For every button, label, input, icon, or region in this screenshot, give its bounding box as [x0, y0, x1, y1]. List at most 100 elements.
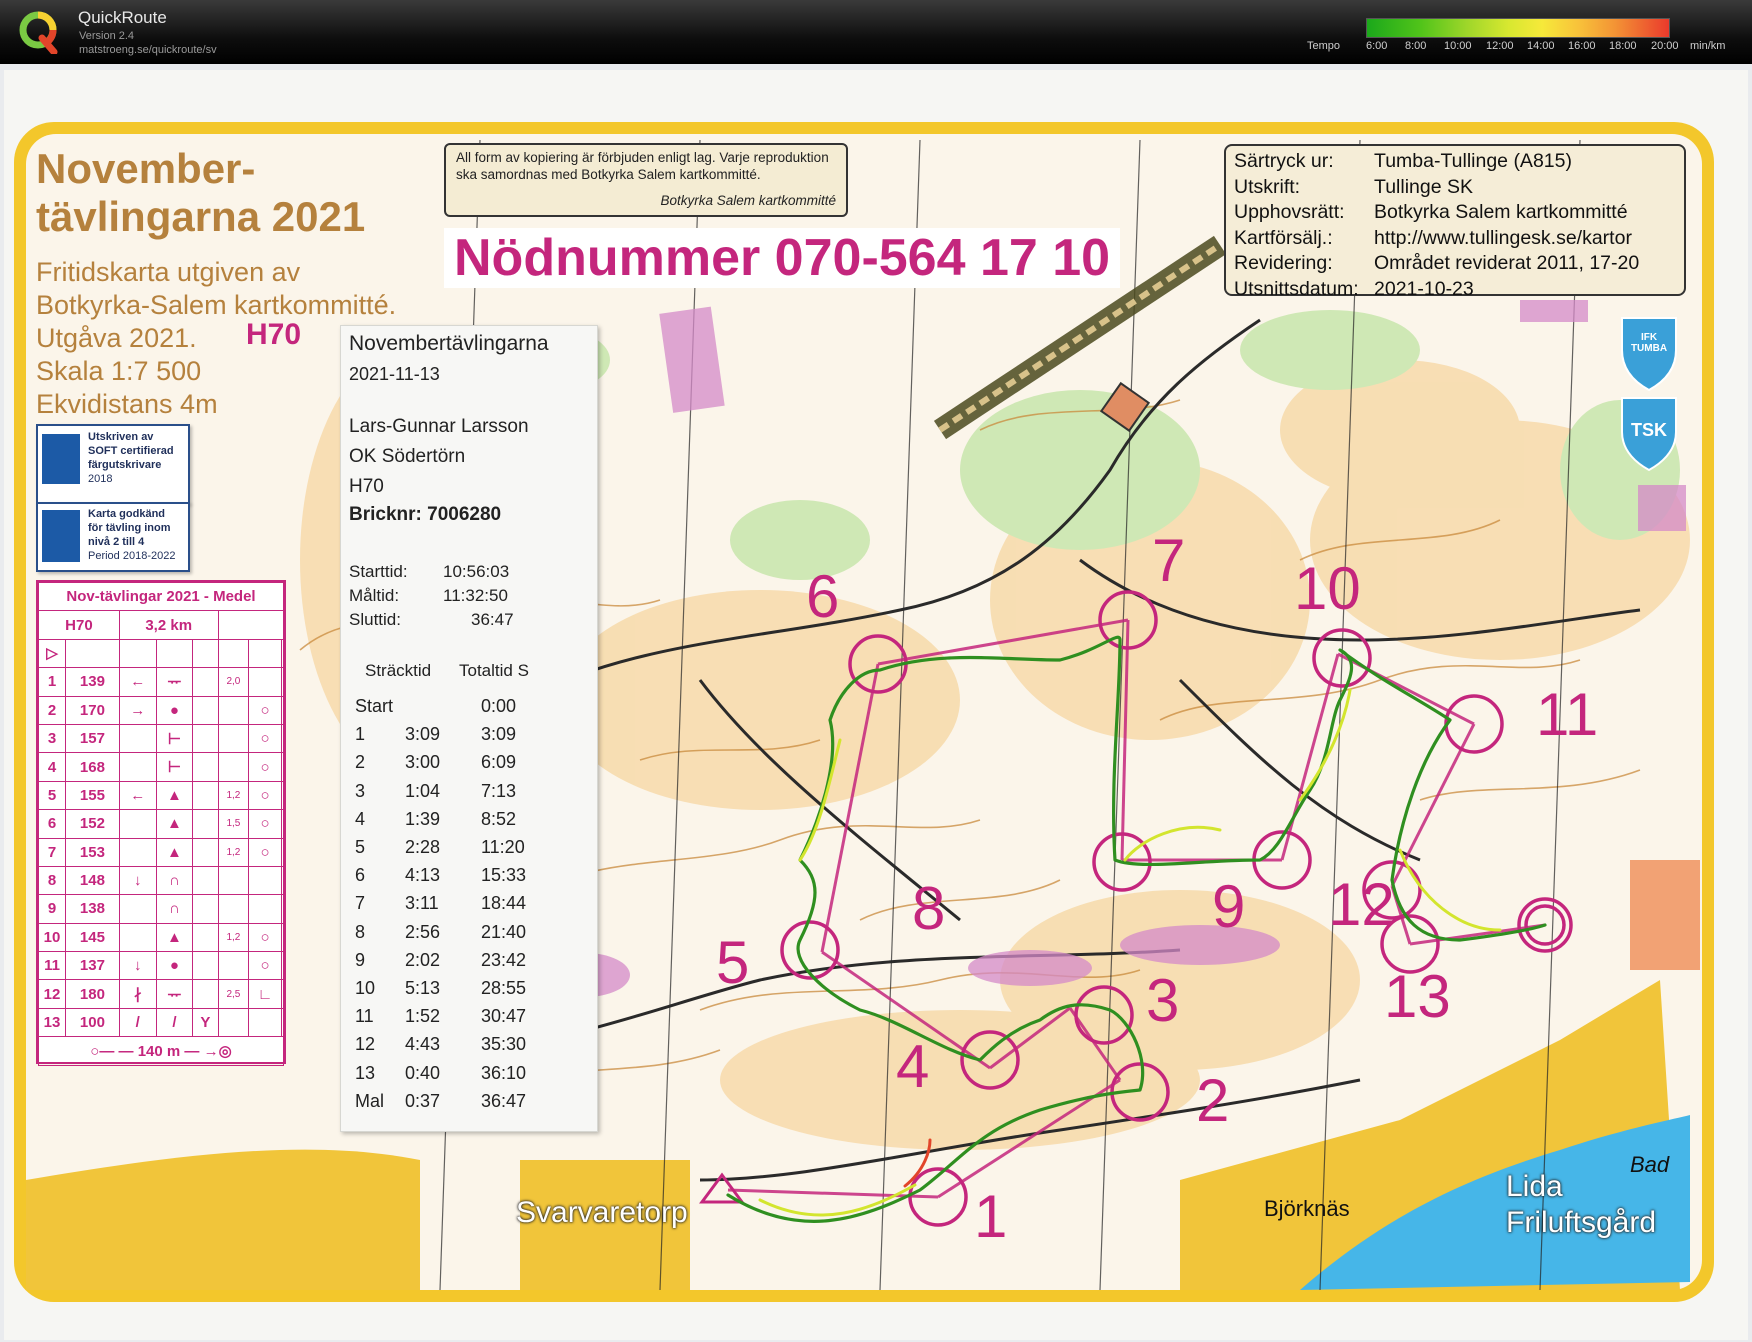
- split-number: Mal: [355, 1090, 385, 1111]
- control-row: 1 139 ← ᅲ 2,0: [38, 667, 285, 697]
- tempo-tick: 6:00: [1366, 40, 1388, 52]
- control-row: 6 152 ▲ 1,5 ○: [38, 809, 285, 839]
- split-total-time: 11:20: [481, 837, 525, 857]
- receipt-class: H70: [349, 476, 384, 497]
- split-number: 12: [355, 1034, 376, 1055]
- split-total-time: 18:44: [481, 893, 527, 914]
- control-card-length: 3,2 km: [118, 610, 219, 640]
- split-number: 3: [355, 780, 366, 801]
- app-header: QuickRoute Version 2.4 matstroeng.se/qui…: [0, 0, 1752, 64]
- control-row: 9 138 ∩: [38, 894, 285, 924]
- place-friluftsgard: Friluftsgård: [1506, 1206, 1657, 1239]
- split-number: 9: [355, 949, 366, 970]
- approval-badge: Karta godkänd för tävling inom nivå 2 ti…: [36, 502, 190, 572]
- split-leg-time: 3:11: [405, 893, 439, 914]
- split-total-time: 8:52: [481, 808, 517, 829]
- split-number: 7: [355, 893, 366, 914]
- split-leg-time: 4:43: [405, 1034, 441, 1055]
- tempo-tick: 12:00: [1486, 40, 1514, 52]
- receipt-result-label: Sluttid:: [349, 610, 401, 629]
- tempo-tick: 18:00: [1609, 40, 1637, 52]
- receipt-club: OK Södertörn: [349, 446, 466, 467]
- control-number: 5: [716, 929, 750, 996]
- split-number: 13: [355, 1062, 376, 1083]
- split-number: 11: [355, 1006, 374, 1027]
- control-card-title: Nov-tävlingar 2021 - Medel: [38, 581, 284, 612]
- tempo-unit: min/km: [1690, 40, 1726, 52]
- split-number: 8: [355, 921, 366, 942]
- map-title: November- tävlingarna 2021: [36, 145, 366, 240]
- split-leg-time: 5:13: [405, 978, 441, 998]
- receipt-result: 36:47: [471, 610, 514, 629]
- tempo-tick: 8:00: [1405, 40, 1427, 52]
- split-leg-time: 3:09: [405, 724, 441, 745]
- place-bad: Bad: [1630, 1152, 1670, 1177]
- control-row: 2 170 → ● ○: [38, 695, 285, 725]
- receipt-col-total: Totaltid S: [459, 661, 529, 680]
- split-number: 5: [355, 837, 366, 857]
- split-total-time: 3:09: [481, 724, 517, 745]
- split-number: 10: [355, 978, 376, 998]
- control-descriptions: Nov-tävlingar 2021 - Medel H70 3,2 km ▷ …: [36, 580, 286, 1066]
- split-total-time: 35:30: [481, 1034, 527, 1055]
- split-total-time: 21:40: [481, 921, 527, 942]
- control-number: 8: [912, 875, 946, 942]
- tsk-badge-label: TSK: [1631, 420, 1667, 440]
- class-label: H70: [246, 318, 302, 351]
- receipt-event: Novembertävlingarna: [349, 332, 549, 355]
- control-row: 7 153 ▲ 1,2 ○: [38, 837, 285, 867]
- control-number: 1: [974, 1183, 1008, 1250]
- place-bjorknas: Björknäs: [1264, 1196, 1350, 1221]
- split-leg-time: 2:28: [405, 837, 441, 857]
- split-total-time: 23:42: [481, 949, 527, 970]
- control-row: 8 148 ↓ ∩: [38, 865, 285, 896]
- split-total-time: 15:33: [481, 865, 527, 886]
- ifk-badge-label: IFK TUMBA: [1630, 332, 1668, 354]
- control-number: 3: [1146, 967, 1180, 1034]
- place-svarvaretorp: Svarvaretorp: [516, 1196, 688, 1229]
- control-row: 12 180 ∤ ᅲ 2,5 ∟: [38, 979, 285, 1009]
- control-number: 11: [1536, 681, 1599, 748]
- tempo-tick: 10:00: [1444, 40, 1472, 52]
- notice-signature: Botkyrka Salem kartkommitté: [660, 193, 836, 208]
- control-number: 2: [1196, 1067, 1230, 1134]
- control-row: 10 145 ▲ 1,2 ○: [38, 922, 285, 953]
- split-leg-time: 0:37: [405, 1090, 441, 1111]
- copyright-notice: All form av kopiering är förbjuden enlig…: [444, 143, 848, 217]
- split-number: 2: [355, 752, 366, 773]
- split-leg-time: 3:00: [405, 752, 441, 773]
- control-card-class: H70: [38, 610, 120, 640]
- start-symbol-icon: ▷: [38, 638, 66, 669]
- soft-badge: Utskriven av SOFT certifierad färgutskri…: [36, 424, 190, 504]
- finish-distance-row: ○— — 140 m — →◎: [38, 1036, 284, 1066]
- app-url[interactable]: matstroeng.se/quickroute/sv: [79, 44, 217, 56]
- control-number: 10: [1294, 555, 1361, 622]
- tempo-color-scale: [1366, 18, 1670, 38]
- receipt-start: 10:56:03: [443, 562, 510, 581]
- split-total-time: 36:10: [481, 1062, 527, 1083]
- emergency-number: Nödnummer 070-564 17 10: [444, 228, 1121, 288]
- tempo-tick: 14:00: [1527, 40, 1555, 52]
- app-version: Version 2.4: [79, 30, 135, 42]
- control-number: 13: [1384, 963, 1451, 1030]
- split-leg-time: 4:13: [405, 865, 441, 886]
- tempo-tick: 20:00: [1651, 40, 1679, 52]
- control-number: 7: [1152, 527, 1186, 594]
- tempo-label: Tempo: [1307, 40, 1341, 52]
- receipt-start-label: Starttid:: [349, 562, 408, 581]
- place-lida: Lida: [1506, 1170, 1563, 1203]
- tempo-tick: 16:00: [1568, 40, 1596, 52]
- quickroute-logo-icon: [19, 11, 58, 54]
- split-number: 1: [355, 724, 366, 745]
- control-row: 13 100// Y: [38, 1007, 285, 1038]
- approval-logo-icon: [42, 510, 80, 562]
- receipt-col-leg: Sträcktid: [365, 661, 432, 680]
- split-leg-time: 1:04: [405, 780, 441, 801]
- map-info-box: Särtryck ur: Tumba-Tullinge (A815) Utskri…: [1224, 144, 1686, 300]
- split-leg-time: 2:02: [405, 949, 441, 970]
- split-number: 4: [355, 808, 366, 829]
- control-number: 12: [1328, 871, 1395, 938]
- split-total-time: 6:09: [481, 752, 517, 773]
- split-total-time: 30:47: [481, 1006, 527, 1027]
- split-total-time: 7:13: [481, 780, 517, 801]
